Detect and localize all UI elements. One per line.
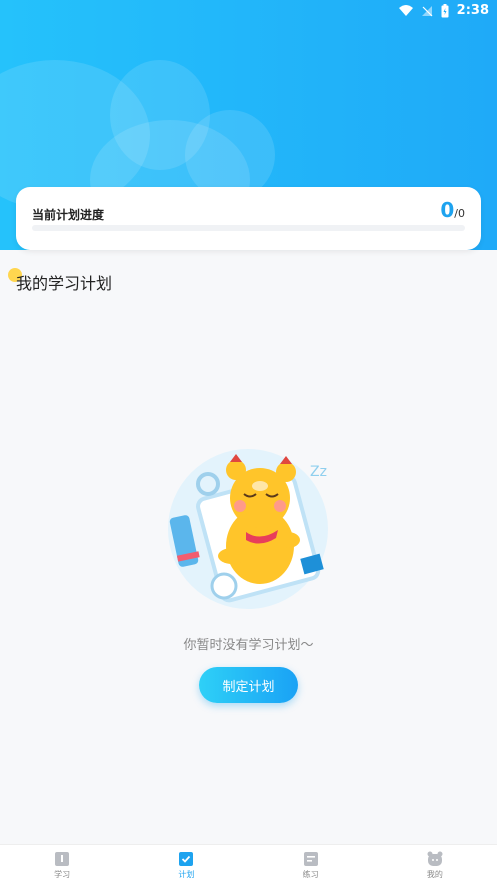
nav-label-study: 学习 xyxy=(54,870,71,879)
no-signal-icon xyxy=(421,5,433,17)
battery-icon xyxy=(441,3,449,18)
practice-icon xyxy=(303,852,318,866)
nav-item-study[interactable]: 学习 xyxy=(0,845,124,885)
plan-progress-card: 当前计划进度 0/0 xyxy=(16,187,481,250)
progress-current: 0 xyxy=(440,198,455,222)
wifi-icon xyxy=(398,4,413,17)
svg-text:Zz: Zz xyxy=(310,464,327,480)
empty-state-message: 你暂时没有学习计划～ xyxy=(183,638,314,653)
nav-item-mine[interactable]: 我的 xyxy=(373,845,497,885)
progress-title: 当前计划进度 xyxy=(32,208,105,222)
status-time: 2:38 xyxy=(456,3,489,18)
nav-item-plan[interactable]: 计划 xyxy=(124,845,248,885)
bottom-navigation: 学习 计划 练习 我的 xyxy=(0,844,497,885)
progress-count: 0/0 xyxy=(440,198,465,222)
progress-bar xyxy=(32,225,465,231)
nav-item-practice[interactable]: 练习 xyxy=(249,845,373,885)
make-plan-button[interactable]: 制定计划 xyxy=(199,667,298,703)
sleeping-mascot-illustration: Zz xyxy=(160,446,340,616)
nav-label-mine: 我的 xyxy=(426,870,443,879)
progress-total: /0 xyxy=(454,207,465,220)
section-title: 我的学习计划 xyxy=(16,274,113,293)
book-icon xyxy=(55,852,70,866)
plan-check-icon xyxy=(179,852,194,866)
nav-label-plan: 计划 xyxy=(178,870,195,879)
status-bar: 2:38 xyxy=(0,0,497,22)
nav-label-practice: 练习 xyxy=(302,870,319,879)
profile-icon xyxy=(427,851,443,866)
